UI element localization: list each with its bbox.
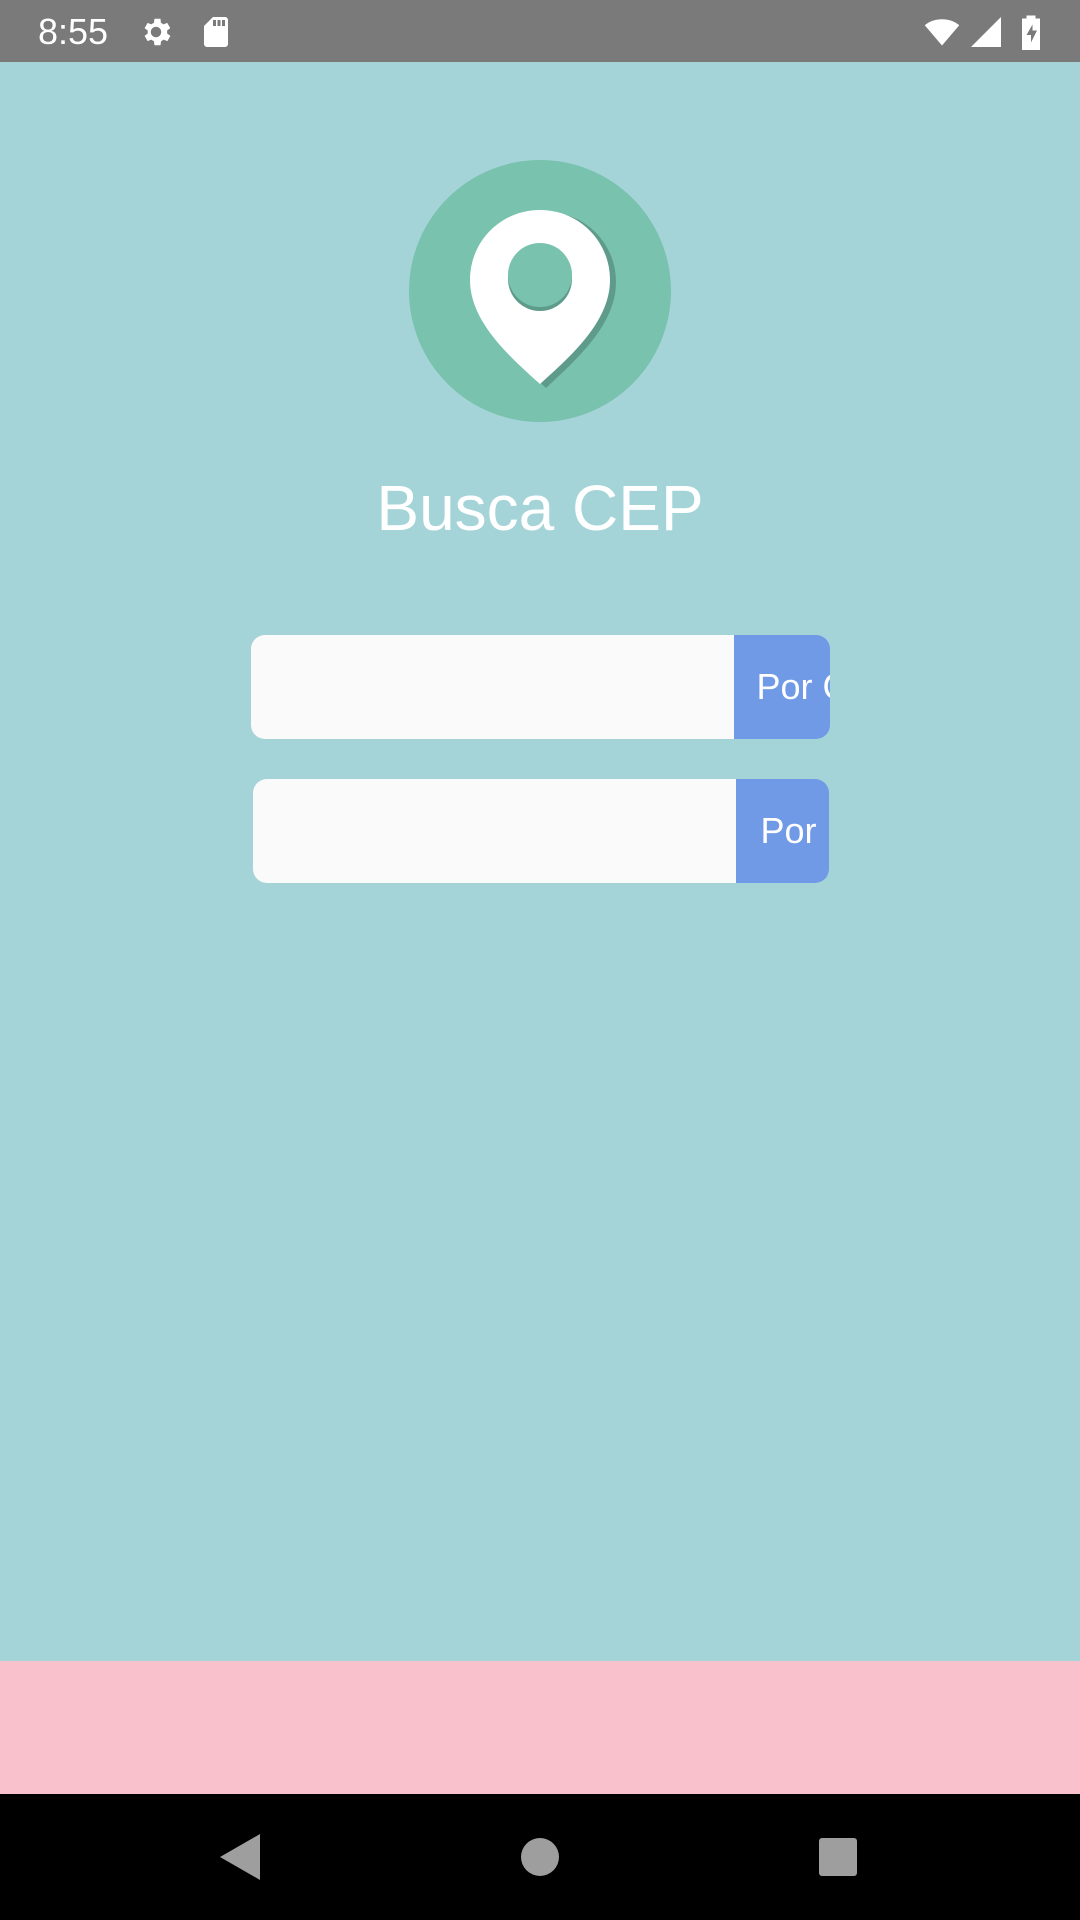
search-by-cep-button[interactable]: Por CEP [734,635,830,739]
recents-icon[interactable] [808,1827,868,1887]
back-icon[interactable] [210,1827,270,1887]
app-screen: 8:55 Busca CEP Por CEP [0,0,1080,1920]
home-icon[interactable] [510,1827,570,1887]
footer-banner [0,1661,1080,1794]
location-pin-icon [409,160,671,422]
status-time: 8:55 [38,11,109,52]
search-cep-group: Por CEP [251,635,830,739]
street-input[interactable] [253,779,736,883]
search-by-street-button[interactable]: Por Rua [736,779,829,883]
navigation-bar [0,1794,1080,1920]
app-title: Busca CEP [376,472,704,544]
signal-icon [968,14,1004,50]
gear-icon [138,14,174,50]
sd-card-icon [198,14,234,50]
wifi-icon [922,14,962,50]
battery-charging-icon [1018,14,1044,50]
status-bar: 8:55 [0,0,1080,62]
cep-input[interactable] [251,635,734,739]
search-rua-group: Por Rua [253,779,829,883]
